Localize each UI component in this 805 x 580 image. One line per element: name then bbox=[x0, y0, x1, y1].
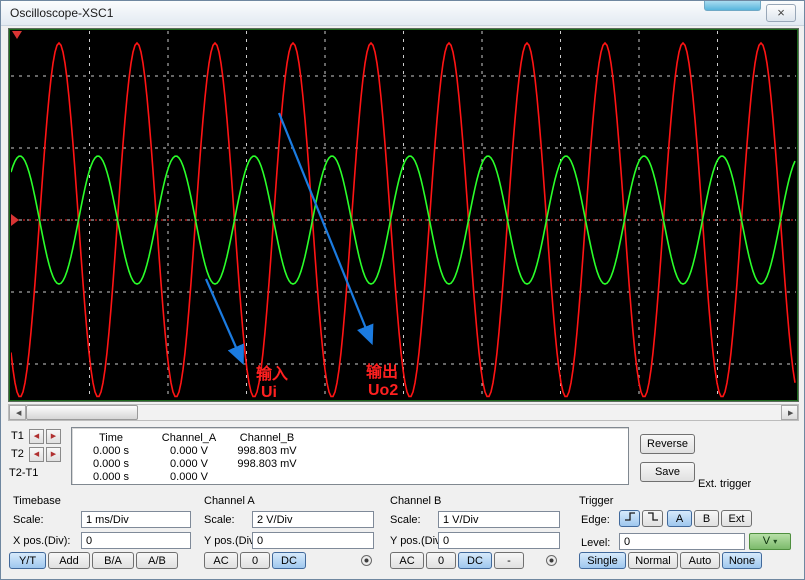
channel-a-terminal-icon bbox=[361, 555, 372, 566]
oscilloscope-window: Oscilloscope-XSC1 × 输入Ui 输出Uo2 ◀ ▶ T1 ◀ ▶… bbox=[0, 0, 805, 580]
trigger-edge-label: Edge: bbox=[581, 514, 610, 526]
trigger-level-unit-value: V bbox=[763, 535, 770, 547]
t1-right-button[interactable]: ▶ bbox=[46, 429, 61, 444]
timebase-xpos-label: X pos.(Div): bbox=[13, 535, 70, 547]
scroll-right-button[interactable]: ▶ bbox=[781, 405, 798, 420]
t2-left-button[interactable]: ◀ bbox=[29, 447, 44, 462]
timebase-add-button[interactable]: Add bbox=[48, 552, 90, 569]
scroll-left-button[interactable]: ◀ bbox=[9, 405, 26, 420]
scroll-left-icon: ◀ bbox=[16, 410, 21, 417]
scrollbar-thumb[interactable] bbox=[26, 405, 138, 420]
channel-a-ac-button[interactable]: AC bbox=[204, 552, 238, 569]
scope-graticule: 输入Ui 输出Uo2 bbox=[11, 31, 796, 399]
channel-b-zero-button[interactable]: 0 bbox=[426, 552, 456, 569]
axis-marker-icon bbox=[11, 214, 19, 226]
trigger-level-input[interactable] bbox=[619, 533, 745, 550]
trigger-source-b-button[interactable]: B bbox=[694, 510, 719, 527]
trigger-mode-none-button[interactable]: None bbox=[722, 552, 762, 569]
timebase-scale-label: Scale: bbox=[13, 514, 44, 526]
t2-right-icon: ▶ bbox=[51, 451, 56, 458]
t1-right-icon: ▶ bbox=[51, 433, 56, 440]
t2-left-icon: ◀ bbox=[34, 451, 39, 458]
timebase-title: Timebase bbox=[13, 495, 61, 507]
channel-b-scale-input[interactable] bbox=[438, 511, 560, 528]
readout-header-row: TimeChannel_AChannel_B bbox=[72, 430, 628, 443]
falling-edge-icon bbox=[647, 511, 659, 522]
t2-readout-row: 0.000 s0.000 V998.803 mV bbox=[72, 456, 628, 469]
cursor-marker-icon[interactable] bbox=[12, 31, 22, 39]
close-button[interactable]: × bbox=[766, 4, 796, 22]
t1-left-button[interactable]: ◀ bbox=[29, 429, 44, 444]
annotation-label: 输入 bbox=[256, 364, 288, 383]
trigger-mode-auto-button[interactable]: Auto bbox=[680, 552, 720, 569]
t2-t1-time-value: 0.000 s bbox=[72, 471, 150, 484]
timebase-yt-button[interactable]: Y/T bbox=[9, 552, 46, 569]
trigger-source-a-button[interactable]: A bbox=[667, 510, 692, 527]
close-icon: × bbox=[777, 5, 785, 20]
trigger-rising-edge-button[interactable] bbox=[619, 510, 640, 527]
t2-label: T2 bbox=[11, 448, 24, 460]
trigger-title: Trigger bbox=[579, 495, 613, 507]
channel-a-dc-button[interactable]: DC bbox=[272, 552, 306, 569]
trigger-falling-edge-button[interactable] bbox=[642, 510, 663, 527]
channel-a-ypos-input[interactable] bbox=[252, 532, 374, 549]
channel-a-title: Channel A bbox=[204, 495, 255, 507]
timebase-ab-button[interactable]: A/B bbox=[136, 552, 178, 569]
channel-b-ac-button[interactable]: AC bbox=[390, 552, 424, 569]
channel-b-invert-button[interactable]: - bbox=[494, 552, 524, 569]
t2-right-button[interactable]: ▶ bbox=[46, 447, 61, 462]
t2-t1-readout-row: 0.000 s0.000 V bbox=[72, 469, 628, 482]
t1-readout-row: 0.000 s0.000 V998.803 mV bbox=[72, 443, 628, 456]
channel-a-scale-label: Scale: bbox=[204, 514, 235, 526]
trigger-level-label: Level: bbox=[581, 537, 610, 549]
rising-edge-icon bbox=[624, 511, 636, 522]
channel-a-zero-button[interactable]: 0 bbox=[240, 552, 270, 569]
scope-display: 输入Ui 输出Uo2 bbox=[8, 28, 799, 402]
channel-b-ypos-input[interactable] bbox=[438, 532, 560, 549]
timebase-xpos-input[interactable] bbox=[81, 532, 191, 549]
channel-b-dc-button[interactable]: DC bbox=[458, 552, 492, 569]
ext-trigger-label: Ext. trigger bbox=[698, 478, 751, 490]
trigger-mode-single-button[interactable]: Single bbox=[579, 552, 626, 569]
window-title: Oscilloscope-XSC1 bbox=[10, 6, 113, 20]
horizontal-scrollbar[interactable]: ◀ ▶ bbox=[8, 404, 799, 421]
annotation-arrow bbox=[206, 279, 242, 361]
t2-t1-label: T2-T1 bbox=[9, 467, 38, 479]
title-bar: Oscilloscope-XSC1 × bbox=[1, 1, 804, 26]
reverse-button[interactable]: Reverse bbox=[640, 434, 695, 454]
window-accent-decoration bbox=[704, 1, 761, 11]
channel-b-terminal-icon bbox=[546, 555, 557, 566]
trigger-source-ext-button[interactable]: Ext bbox=[721, 510, 752, 527]
t1-left-icon: ◀ bbox=[34, 433, 39, 440]
annotation-label: Ui bbox=[261, 384, 277, 399]
trigger-level-unit-dropdown[interactable]: V ▾ bbox=[749, 533, 791, 550]
channel-a-scale-input[interactable] bbox=[252, 511, 374, 528]
dropdown-arrow-icon: ▾ bbox=[773, 537, 777, 546]
scroll-right-icon: ▶ bbox=[788, 410, 793, 417]
measurement-readout: TimeChannel_AChannel_B 0.000 s0.000 V998… bbox=[71, 427, 629, 485]
annotation-label: Uo2 bbox=[368, 382, 398, 399]
t2-t1-channel-a-value: 0.000 V bbox=[150, 471, 228, 484]
channel-b-scale-label: Scale: bbox=[390, 514, 421, 526]
timebase-scale-input[interactable] bbox=[81, 511, 191, 528]
save-button[interactable]: Save bbox=[640, 462, 695, 482]
channel-b-title: Channel B bbox=[390, 495, 441, 507]
annotation-label: 输出 bbox=[366, 362, 398, 381]
timebase-ba-button[interactable]: B/A bbox=[92, 552, 134, 569]
trigger-mode-normal-button[interactable]: Normal bbox=[628, 552, 678, 569]
t1-label: T1 bbox=[11, 430, 24, 442]
